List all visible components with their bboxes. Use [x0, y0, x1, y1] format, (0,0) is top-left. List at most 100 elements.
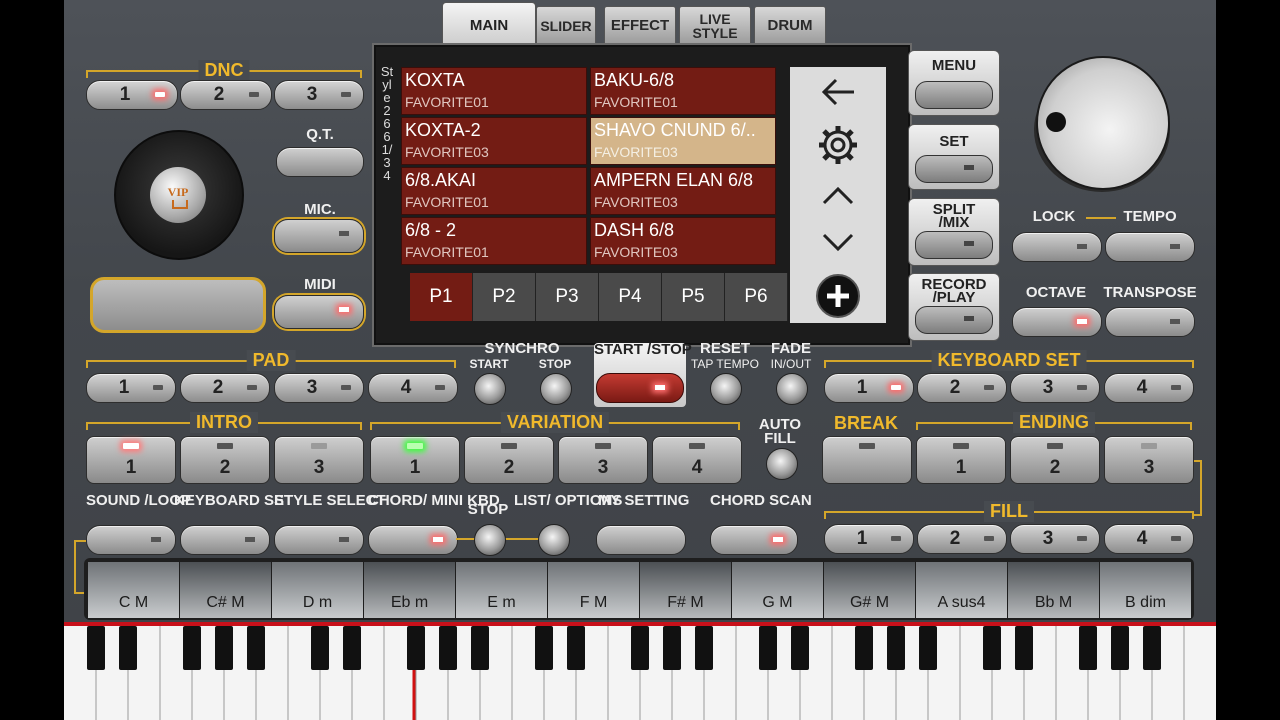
start-stop-button[interactable] [596, 373, 684, 403]
chord-pad-g-m[interactable]: G M [732, 562, 823, 618]
style-cell[interactable]: DASH 6/8 FAVORITE03 [590, 217, 776, 265]
fill-button-4[interactable]: 4 [1104, 524, 1194, 554]
style-cell-selected[interactable]: SHAVO CNUND 6/.. FAVORITE03 [590, 117, 776, 165]
chord-scan-button[interactable] [710, 525, 798, 555]
sound-loop-button[interactable] [86, 525, 176, 555]
tempo-button[interactable] [1105, 232, 1195, 262]
black-key[interactable] [983, 626, 1001, 670]
black-key[interactable] [1079, 626, 1097, 670]
tab-live-style[interactable]: LIVE STYLE [679, 6, 751, 46]
style-cell[interactable]: 6/8.AKAI FAVORITE01 [401, 167, 587, 215]
page-tab-p1[interactable]: P1 [410, 273, 473, 321]
black-key[interactable] [343, 626, 361, 670]
page-tab-p2[interactable]: P2 [473, 273, 536, 321]
style-cell[interactable]: BAKU-6/8 FAVORITE01 [590, 67, 776, 115]
ending-button-1[interactable]: 1 [916, 436, 1006, 484]
black-key[interactable] [87, 626, 105, 670]
tab-slider[interactable]: SLIDER [536, 6, 596, 46]
black-key[interactable] [887, 626, 905, 670]
variation-button-4[interactable]: 4 [652, 436, 742, 484]
chord-pad-g-sharp-m[interactable]: G# M [824, 562, 915, 618]
black-key[interactable] [791, 626, 809, 670]
variation-button-1[interactable]: 1 [370, 436, 460, 484]
black-key[interactable] [1111, 626, 1129, 670]
qt-button[interactable] [276, 147, 364, 177]
synchro-stop-button[interactable] [540, 373, 572, 405]
chevron-down-icon[interactable] [822, 233, 854, 253]
value-dial[interactable] [1036, 56, 1170, 190]
reset-button[interactable] [710, 373, 742, 405]
page-tab-p3[interactable]: P3 [536, 273, 599, 321]
split-mix-button[interactable]: SPLIT /MIX [908, 198, 1000, 266]
keyboard-set-small-button[interactable] [180, 525, 270, 555]
menu-button[interactable]: MENU [908, 50, 1000, 116]
chord-pad-e-m[interactable]: E m [456, 562, 547, 618]
variation-button-3[interactable]: 3 [558, 436, 648, 484]
keyboard-set-button-2[interactable]: 2 [917, 373, 1007, 403]
tab-main[interactable]: MAIN [442, 2, 536, 50]
black-key[interactable] [311, 626, 329, 670]
black-key[interactable] [567, 626, 585, 670]
chord-pad-d-m[interactable]: D m [272, 562, 363, 618]
fill-button-3[interactable]: 3 [1010, 524, 1100, 554]
fade-button[interactable] [776, 373, 808, 405]
black-key[interactable] [183, 626, 201, 670]
blank-pad-button[interactable] [90, 277, 266, 333]
dnc-button-2[interactable]: 2 [180, 80, 272, 110]
black-key[interactable] [1143, 626, 1161, 670]
lock-button[interactable] [1012, 232, 1102, 262]
style-cell[interactable]: AMPERN ELAN 6/8 FAVORITE03 [590, 167, 776, 215]
pad-button-2[interactable]: 2 [180, 373, 270, 403]
black-key[interactable] [631, 626, 649, 670]
keyboard-set-button-3[interactable]: 3 [1010, 373, 1100, 403]
gear-icon[interactable] [816, 123, 860, 167]
synchro-start-button[interactable] [474, 373, 506, 405]
intro-button-3[interactable]: 3 [274, 436, 364, 484]
dnc-button-1[interactable]: 1 [86, 80, 178, 110]
ending-button-2[interactable]: 2 [1010, 436, 1100, 484]
chevron-up-icon[interactable] [822, 185, 854, 205]
set-button[interactable]: SET [908, 124, 1000, 190]
chord-pad-c-m[interactable]: C M [88, 562, 179, 618]
chord-pad-b-dim[interactable]: B dim [1100, 562, 1191, 618]
style-cell[interactable]: KOXTA-2 FAVORITE03 [401, 117, 587, 165]
tab-effect[interactable]: EFFECT [604, 6, 676, 46]
page-tab-p6[interactable]: P6 [725, 273, 788, 321]
black-key[interactable] [855, 626, 873, 670]
chord-pad-f-m[interactable]: F M [548, 562, 639, 618]
style-cell[interactable]: 6/8 - 2 FAVORITE01 [401, 217, 587, 265]
style-cell[interactable]: KOXTA FAVORITE01 [401, 67, 587, 115]
break-button[interactable] [822, 436, 912, 484]
mic-button[interactable] [274, 219, 364, 253]
stop-button[interactable] [474, 524, 506, 556]
black-key[interactable] [535, 626, 553, 670]
piano-keyboard[interactable] [64, 626, 1216, 720]
black-key[interactable] [663, 626, 681, 670]
fill-button-2[interactable]: 2 [917, 524, 1007, 554]
chord-pad-a-sus4[interactable]: A sus4 [916, 562, 1007, 618]
intro-button-1[interactable]: 1 [86, 436, 176, 484]
chord-pad-f-sharp-m[interactable]: F# M [640, 562, 731, 618]
black-key[interactable] [1015, 626, 1033, 670]
black-key[interactable] [439, 626, 457, 670]
fill-button-1[interactable]: 1 [824, 524, 914, 554]
vip-disc[interactable]: VIP [114, 130, 244, 260]
black-key[interactable] [695, 626, 713, 670]
chord-pad-bb-m[interactable]: Bb M [1008, 562, 1099, 618]
black-key[interactable] [919, 626, 937, 670]
my-setting-button[interactable] [596, 525, 686, 555]
octave-button[interactable] [1012, 307, 1102, 337]
black-key[interactable] [215, 626, 233, 670]
transpose-button[interactable] [1105, 307, 1195, 337]
tab-drum[interactable]: DRUM [754, 6, 826, 46]
chord-mini-kbd-button[interactable] [368, 525, 458, 555]
black-key[interactable] [119, 626, 137, 670]
black-key[interactable] [759, 626, 777, 670]
keyboard-set-button-1[interactable]: 1 [824, 373, 914, 403]
back-arrow-icon[interactable] [820, 77, 856, 107]
list-options-button[interactable] [538, 524, 570, 556]
pad-button-1[interactable]: 1 [86, 373, 176, 403]
style-select-button[interactable] [274, 525, 364, 555]
page-tab-p4[interactable]: P4 [599, 273, 662, 321]
dnc-button-3[interactable]: 3 [274, 80, 364, 110]
